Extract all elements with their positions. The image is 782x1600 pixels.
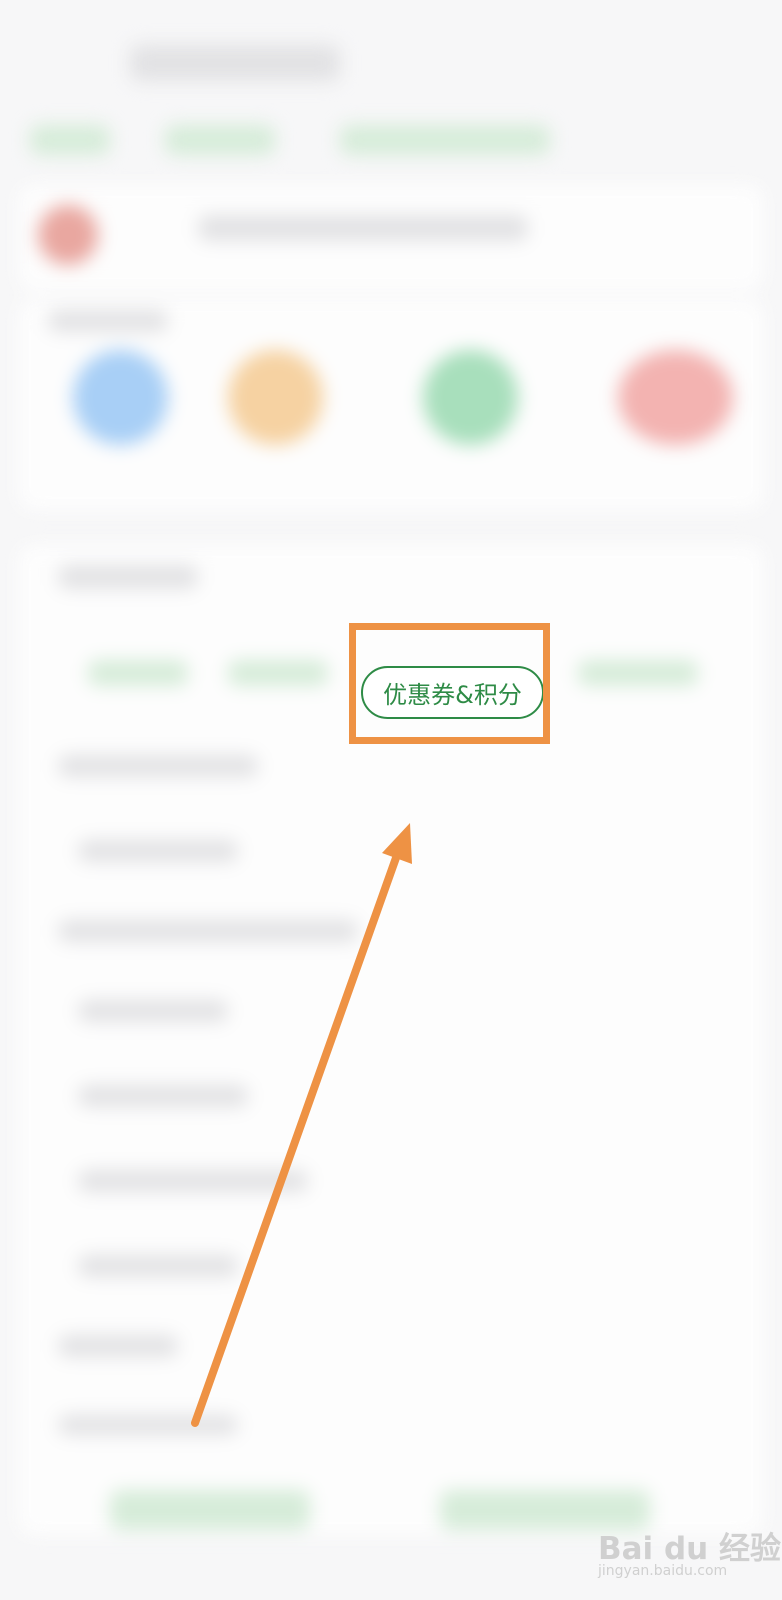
- watermark-url: jingyan.baidu.com: [598, 1563, 728, 1579]
- watermark-text: Bai du 经验: [598, 1531, 782, 1567]
- arrow-head: [382, 823, 412, 864]
- arrow-shaft: [191, 851, 401, 1427]
- baidu-jingyan-watermark: Bai du 经验 jingyan.baidu.com: [598, 1523, 782, 1579]
- annotation-arrow: [191, 823, 412, 1427]
